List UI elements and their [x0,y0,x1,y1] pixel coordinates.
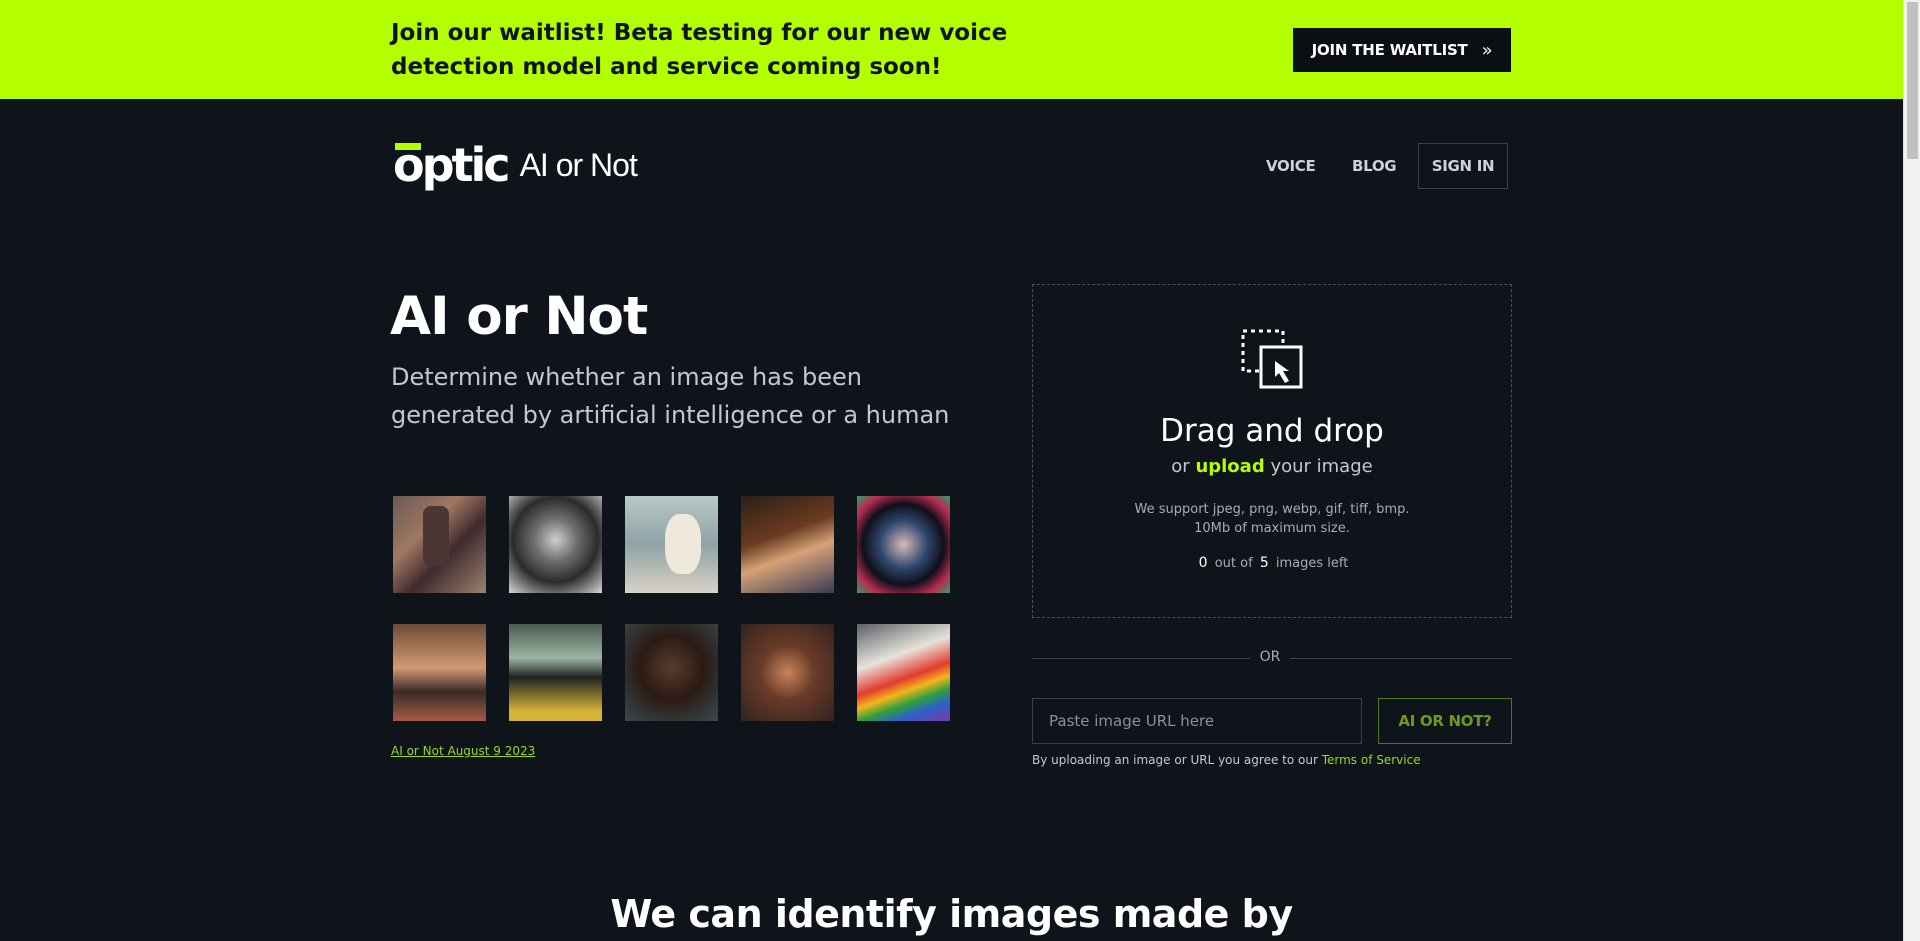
date-link[interactable]: AI or Not August 9 2023 [391,744,535,758]
images-used-count: 0 [1198,555,1208,571]
images-total-count: 5 [1259,555,1269,571]
sample-image-cat[interactable] [741,624,834,721]
drag-drop-cursor-icon [1241,329,1303,389]
waitlist-banner: Join our waitlist! Beta testing for our … [0,0,1903,99]
terms-prefix: By uploading an image or URL you agree t… [1032,753,1318,767]
logo[interactable]: optic AI or Not [393,138,638,192]
terms-of-service-link[interactable]: Terms of Service [1322,753,1421,767]
join-waitlist-button[interactable]: JOIN THE WAITLIST » [1293,28,1511,72]
or-divider-label: OR [1259,649,1281,665]
scrollbar-thumb[interactable] [1907,2,1918,159]
ai-or-not-submit-button[interactable]: AI OR NOT? [1378,698,1512,744]
supported-formats-line1: We support jpeg, png, webp, gif, tiff, b… [1134,502,1410,517]
logo-subtitle: AI or Not [519,146,638,183]
divider-left [1032,658,1250,659]
sample-image-polar-bear[interactable] [625,496,718,593]
images-left-counter: 0 out of 5 images left [1033,555,1511,571]
count-suffix-text: images left [1275,556,1349,571]
sample-image-pope-flag[interactable] [857,624,950,721]
sign-in-button[interactable]: SIGN IN [1418,143,1508,189]
sample-image-pearl-earring[interactable] [741,496,834,593]
sample-image-room-interior[interactable] [393,624,486,721]
sample-image-woman-portrait[interactable] [625,624,718,721]
hero-description: Determine whether an image has been gene… [391,363,950,429]
double-chevron-right-icon: » [1481,39,1493,61]
count-mid-text: out of [1214,556,1253,571]
sample-image-anime-portrait[interactable] [857,496,950,593]
optic-logo-mark: optic [393,138,511,192]
divider-right [1290,658,1512,659]
section-heading: We can identify images made by [610,892,1293,936]
page-title: AI or Not [390,286,648,347]
supported-formats-line2: 10Mb of maximum size. [1194,521,1350,536]
nav-voice-link[interactable]: VOICE [1266,157,1326,175]
sample-image-warrior[interactable] [393,496,486,593]
dropzone-subtitle: or upload your image [1033,456,1511,477]
supported-formats: We support jpeg, png, webp, gif, tiff, b… [1033,500,1511,538]
banner-text: Join our waitlist! Beta testing for our … [391,20,1008,80]
page-scrollbar[interactable] [1903,0,1920,941]
image-url-input[interactable] [1032,698,1362,744]
dropzone-sub-prefix: or [1171,456,1190,477]
upload-link[interactable]: upload [1195,456,1264,477]
sample-images-grid [393,496,950,721]
terms-notice: By uploading an image or URL you agree t… [1032,753,1421,767]
join-waitlist-label: JOIN THE WAITLIST [1311,41,1468,59]
dropzone-sub-suffix: your image [1270,456,1373,477]
sample-image-alien-statue[interactable] [509,496,602,593]
dropzone-title: Drag and drop [1160,413,1384,449]
image-dropzone[interactable]: Drag and drop or upload your image We su… [1032,284,1512,618]
nav-blog-link[interactable]: BLOG [1352,157,1412,175]
sample-image-scooter[interactable] [509,624,602,721]
